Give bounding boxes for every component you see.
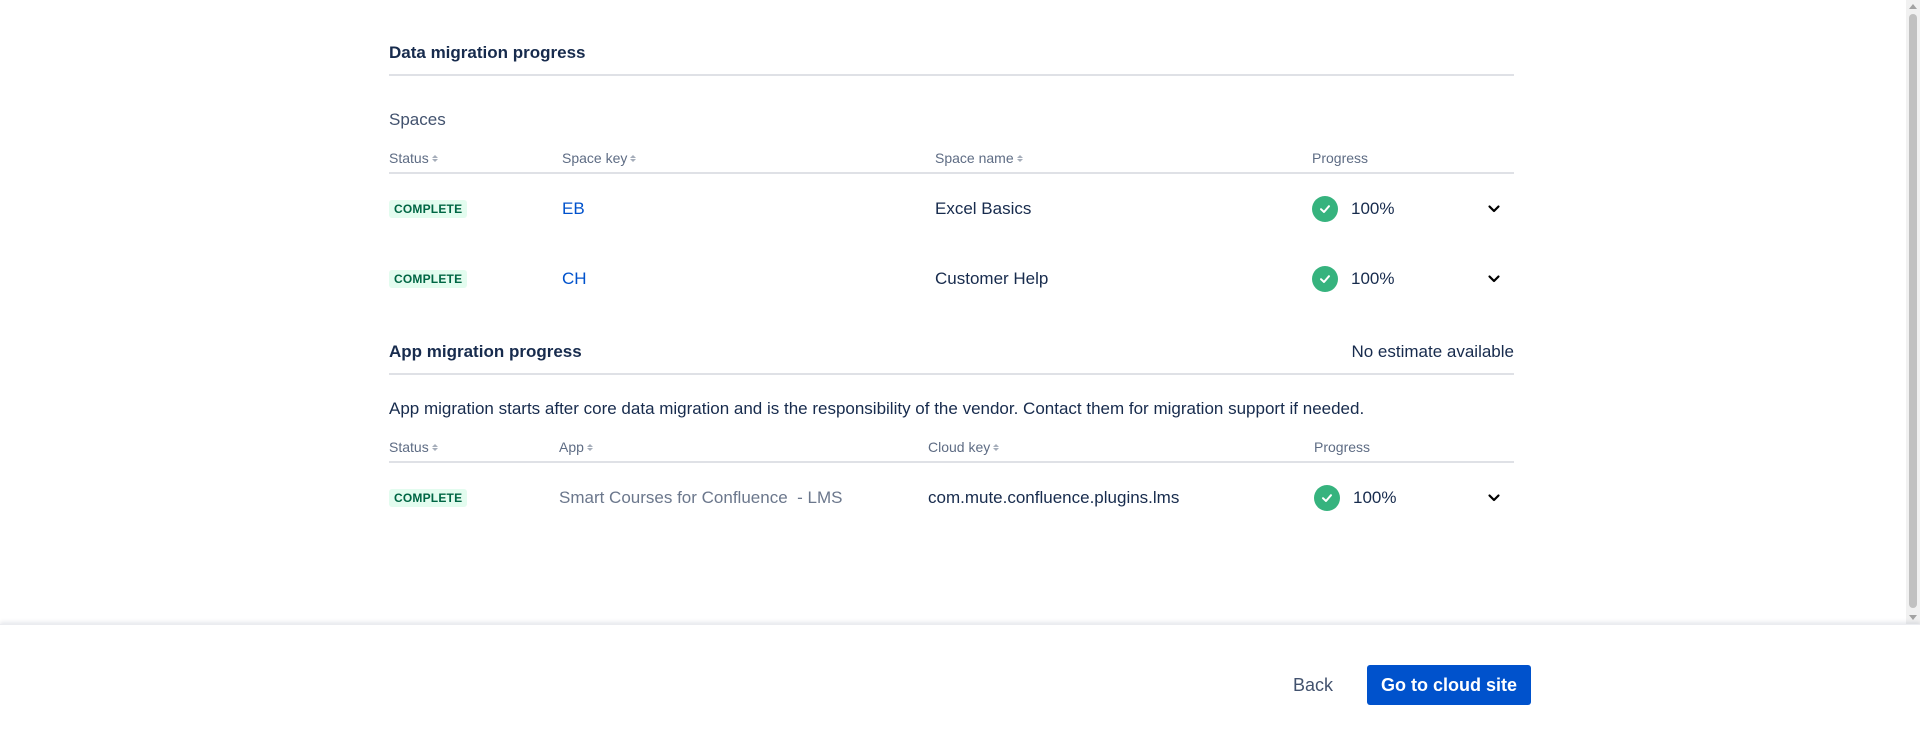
progress-cell: 100%: [1314, 463, 1396, 533]
status-cell: COMPLETE: [389, 244, 468, 314]
column-header-label: Status: [389, 150, 429, 166]
status-badge: COMPLETE: [389, 270, 468, 288]
table-row: COMPLETE EB Excel Basics 100%: [389, 174, 1514, 244]
space-name-cell: Excel Basics: [935, 174, 1031, 244]
data-migration-title: Data migration progress: [389, 43, 586, 62]
column-header-label: Progress: [1312, 150, 1369, 166]
column-header-label: Status: [389, 439, 429, 455]
scroll-up-icon[interactable]: [1909, 4, 1917, 9]
cloud-key-cell: com.mute.confluence.plugins.lms: [928, 463, 1179, 533]
status-badge: COMPLETE: [389, 200, 468, 218]
app-migration-header: App migration progress No estimate avail…: [389, 339, 1514, 375]
sort-icon: [431, 154, 438, 162]
column-header-label: Progress: [1314, 439, 1371, 455]
vertical-scrollbar[interactable]: [1906, 0, 1920, 624]
progress-cell: 100%: [1312, 174, 1394, 244]
column-header-status[interactable]: Status: [389, 439, 438, 455]
app-migration-title: App migration progress: [389, 342, 582, 361]
expand-row-button[interactable]: [1482, 463, 1506, 533]
space-key-link[interactable]: CH: [562, 269, 587, 289]
column-header-app[interactable]: App: [559, 439, 593, 455]
space-key-cell: CH: [562, 244, 587, 314]
check-circle-icon: [1312, 196, 1338, 222]
app-name: Smart Courses for Confluence - LMS: [559, 488, 843, 507]
space-name: Customer Help: [935, 269, 1049, 288]
status-cell: COMPLETE: [389, 174, 468, 244]
chevron-down-icon: [1488, 205, 1500, 213]
column-header-label: App: [559, 439, 584, 455]
estimate-text: No estimate available: [1351, 342, 1514, 361]
scroll-content-area: Data migration progress Spaces Status Sp…: [0, 0, 1906, 624]
sort-icon: [431, 443, 438, 451]
chevron-down-icon: [1488, 275, 1500, 283]
progress-indicator: 100%: [1312, 266, 1394, 292]
progress-cell: 100%: [1312, 244, 1394, 314]
migration-content: Data migration progress Spaces Status Sp…: [389, 40, 1514, 533]
data-migration-header: Data migration progress: [389, 40, 1514, 76]
check-circle-icon: [1312, 266, 1338, 292]
app-migration-description: App migration starts after core data mig…: [389, 399, 1365, 418]
column-header-label: Space name: [935, 150, 1014, 166]
scrollbar-thumb[interactable]: [1909, 14, 1917, 608]
spaces-table-header: Status Space key Space name Progress: [389, 144, 1514, 174]
progress-value: 100%: [1351, 269, 1395, 288]
space-name-cell: Customer Help: [935, 244, 1048, 314]
column-header-progress: Progress: [1314, 439, 1370, 455]
footer-bar: Back Go to cloud site: [0, 624, 1920, 744]
progress-value: 100%: [1351, 199, 1395, 218]
expand-row-button[interactable]: [1482, 244, 1506, 314]
spaces-subheading: Spaces: [389, 110, 446, 129]
status-cell: COMPLETE: [389, 463, 468, 533]
column-header-cloud-key[interactable]: Cloud key: [928, 439, 1000, 455]
progress-value: 100%: [1353, 488, 1397, 507]
column-header-space-key[interactable]: Space key: [562, 150, 637, 166]
sort-icon: [630, 154, 637, 162]
progress-indicator: 100%: [1314, 485, 1396, 511]
table-row: COMPLETE Smart Courses for Confluence - …: [389, 463, 1514, 533]
space-key-link[interactable]: EB: [562, 199, 585, 219]
column-header-label: Cloud key: [928, 439, 991, 455]
app-cell: Smart Courses for Confluence - LMS: [559, 463, 842, 533]
space-key-cell: EB: [562, 174, 585, 244]
table-row: COMPLETE CH Customer Help 100%: [389, 244, 1514, 314]
status-badge: COMPLETE: [389, 489, 468, 507]
apps-table-header: Status App Cloud key Progress: [389, 433, 1514, 463]
chevron-down-icon: [1488, 494, 1500, 502]
back-button[interactable]: Back: [1277, 665, 1349, 705]
cloud-key-value: com.mute.confluence.plugins.lms: [928, 488, 1180, 507]
space-name: Excel Basics: [935, 199, 1032, 218]
column-header-space-name[interactable]: Space name: [935, 150, 1023, 166]
column-header-label: Space key: [562, 150, 628, 166]
sort-icon: [586, 443, 593, 451]
check-circle-icon: [1314, 485, 1340, 511]
scroll-down-icon[interactable]: [1909, 615, 1917, 620]
column-header-progress: Progress: [1312, 150, 1368, 166]
progress-indicator: 100%: [1312, 196, 1394, 222]
expand-row-button[interactable]: [1482, 174, 1506, 244]
go-to-cloud-site-button[interactable]: Go to cloud site: [1367, 665, 1532, 705]
sort-icon: [1016, 154, 1023, 162]
column-header-status[interactable]: Status: [389, 150, 438, 166]
page: Data migration progress Spaces Status Sp…: [0, 0, 1920, 744]
sort-icon: [993, 443, 1000, 451]
